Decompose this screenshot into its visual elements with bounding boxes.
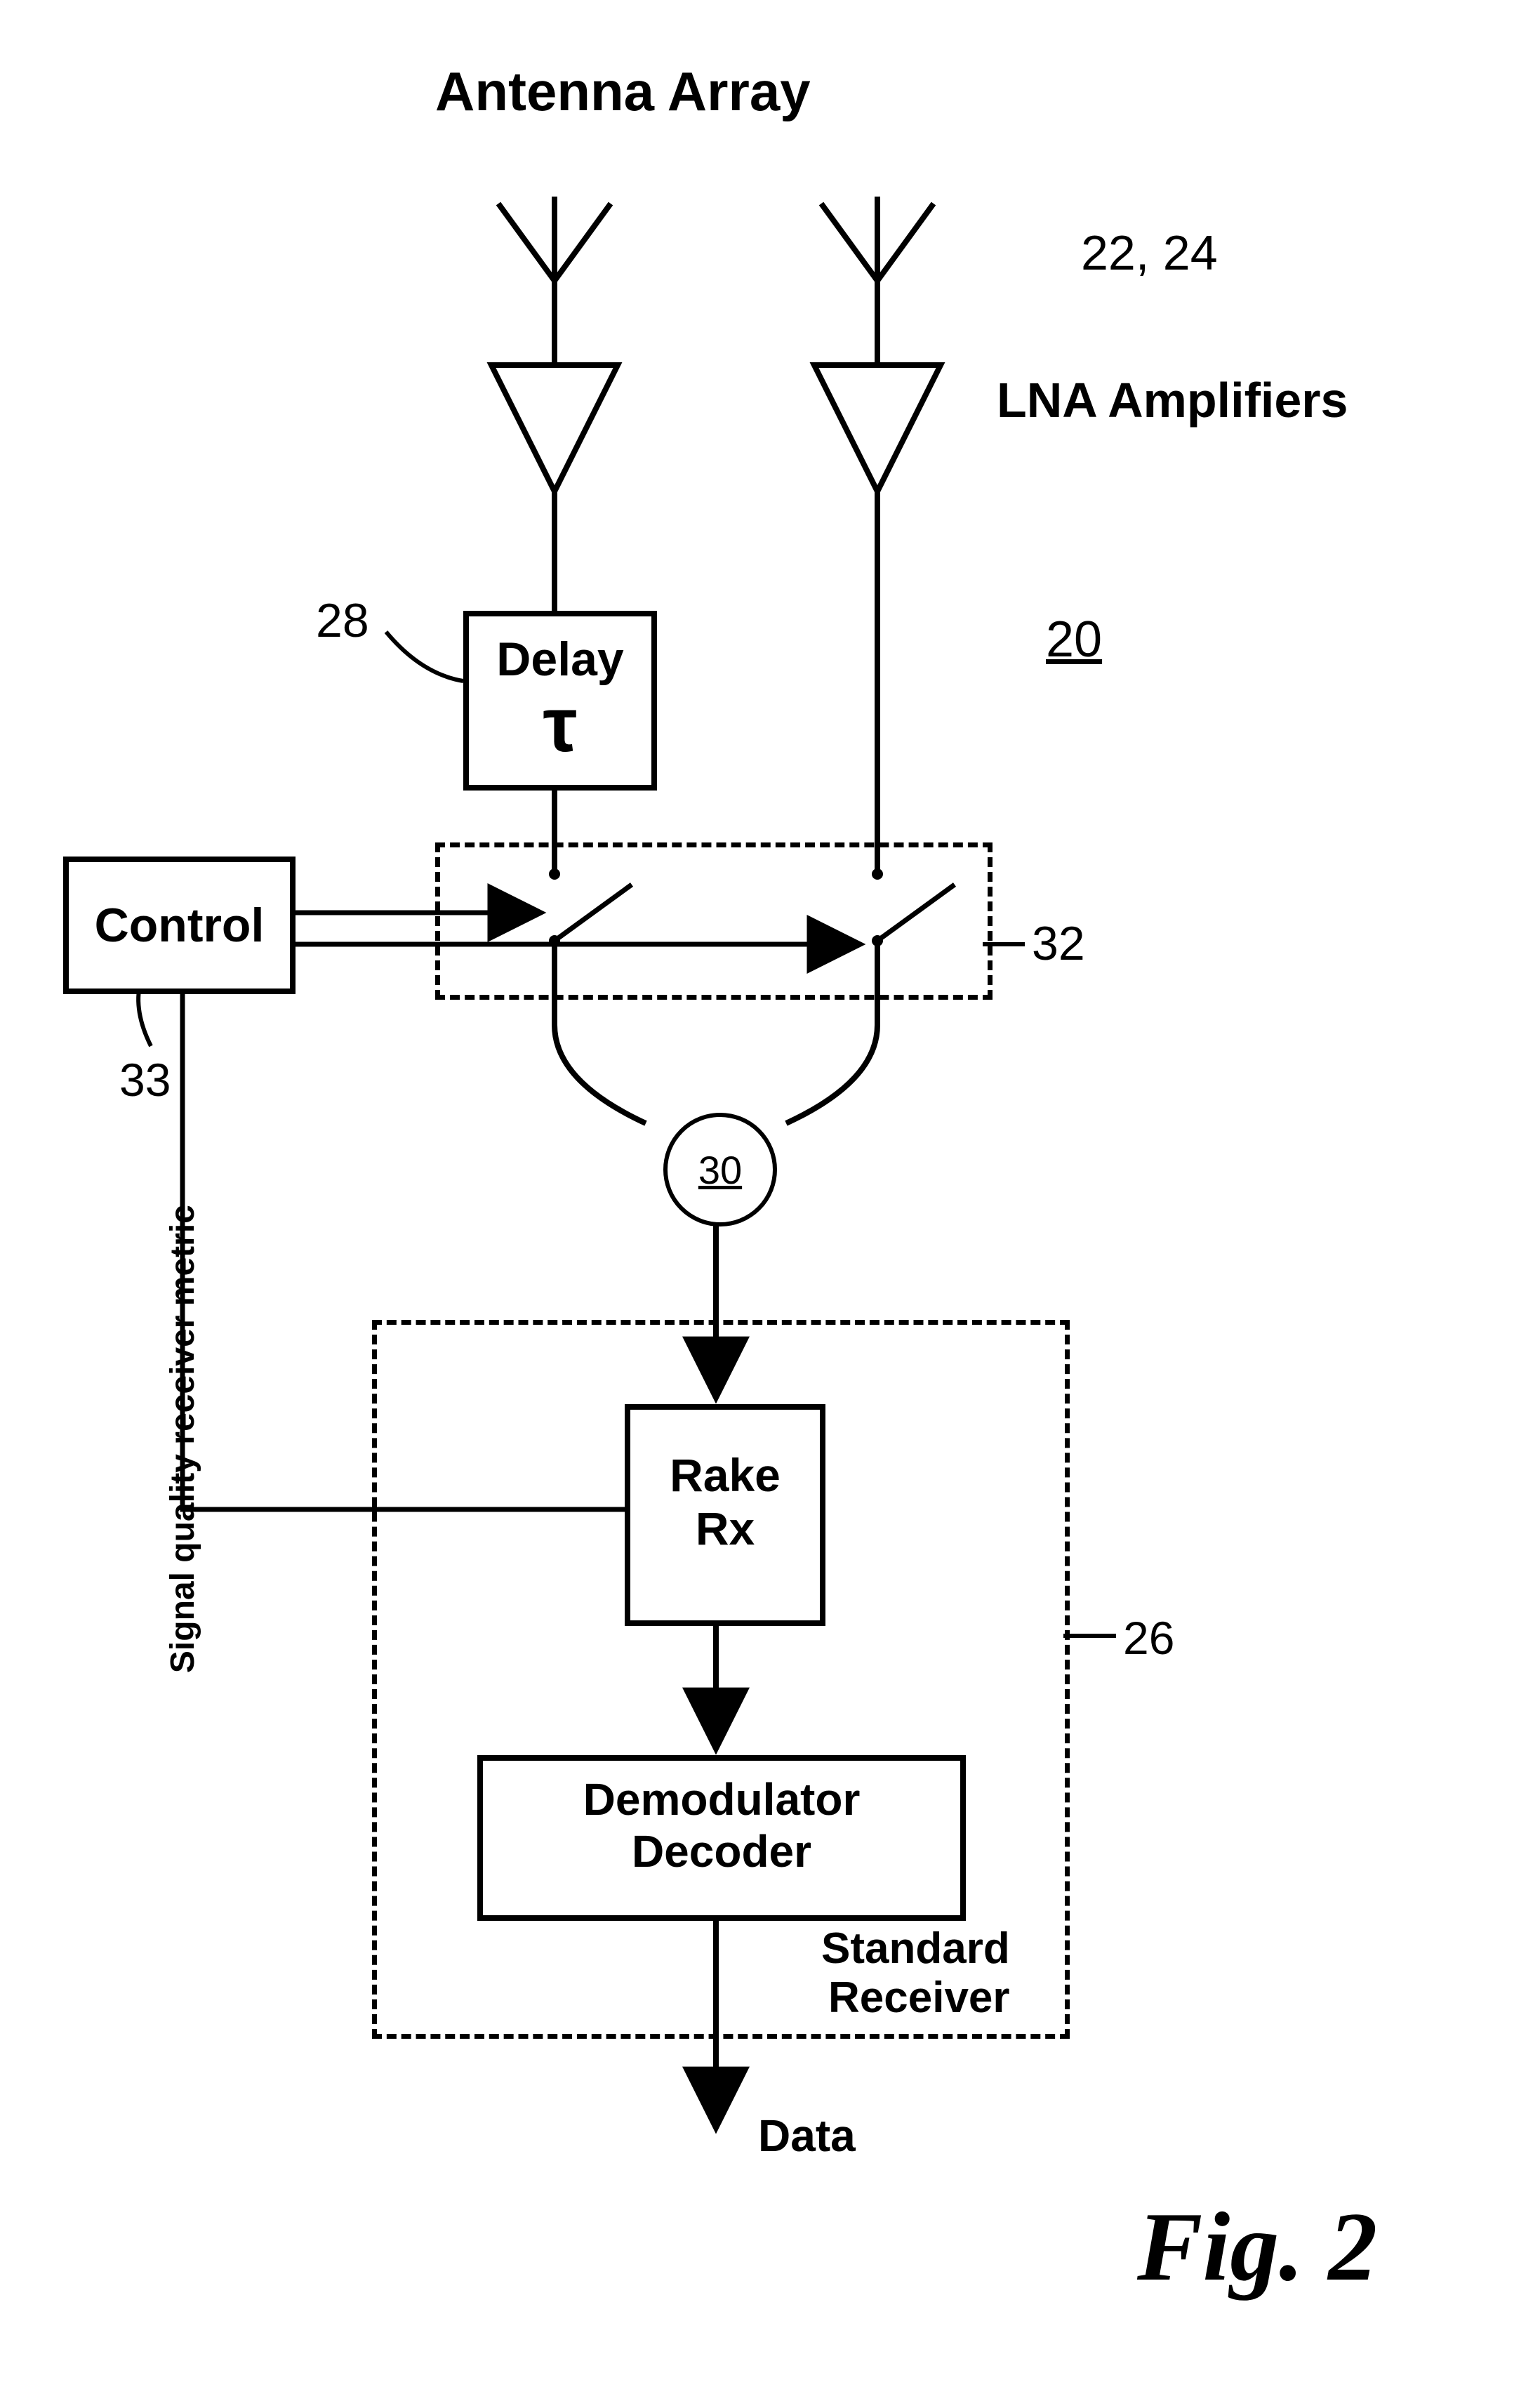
- ref-28: 28: [316, 593, 369, 648]
- rake-line2: Rx: [630, 1502, 820, 1555]
- diagram-page: Antenna Array 22, 24 LNA Amplifiers 20 2…: [0, 0, 1540, 2387]
- data-label: Data: [758, 2110, 856, 2162]
- ref-22-24: 22, 24: [1081, 225, 1218, 281]
- switch-block: [435, 842, 993, 1000]
- ref-33: 33: [119, 1053, 171, 1106]
- rake-line1: Rake: [630, 1448, 820, 1502]
- rake-rx-block: Rake Rx: [625, 1404, 825, 1626]
- demod-line1: Demodulator: [483, 1773, 960, 1825]
- tau-symbol: τ: [469, 687, 651, 764]
- ref-30: 30: [698, 1147, 742, 1193]
- control-block: Control: [63, 857, 296, 994]
- combiner-block: 30: [663, 1113, 777, 1226]
- demod-block: Demodulator Decoder: [477, 1755, 966, 1921]
- feedback-label: Signal quality receiver metric: [163, 1205, 201, 1674]
- figure-label: Fig. 2: [1137, 2190, 1377, 2303]
- ref-32: 32: [1032, 916, 1085, 971]
- ref-26: 26: [1123, 1611, 1174, 1665]
- standard-line1: Standard: [821, 1924, 1010, 1973]
- delay-label: Delay: [469, 632, 651, 687]
- lna-label: LNA Amplifiers: [997, 372, 1348, 428]
- demod-line2: Decoder: [483, 1825, 960, 1877]
- ref-20: 20: [1046, 611, 1102, 668]
- control-label: Control: [95, 898, 265, 953]
- delay-block: Delay τ: [463, 611, 657, 791]
- standard-line2: Receiver: [828, 1973, 1010, 2023]
- feedback-label-wrap: Signal quality receiver metric: [63, 1320, 302, 1559]
- title-antenna-array: Antenna Array: [435, 60, 811, 124]
